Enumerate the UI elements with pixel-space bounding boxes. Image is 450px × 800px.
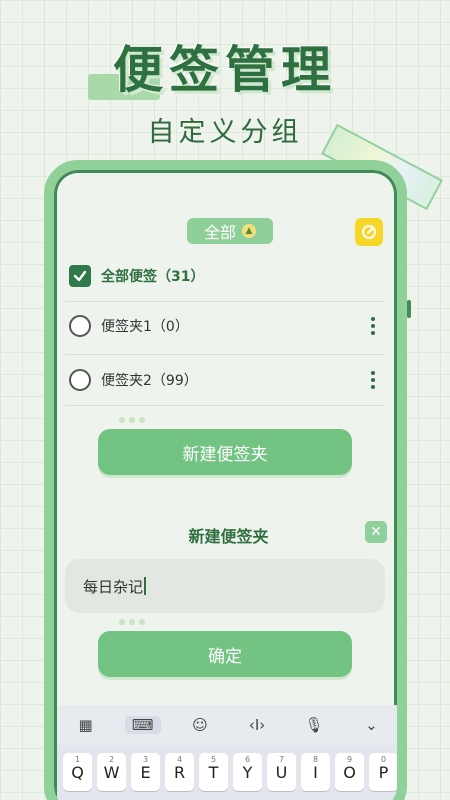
confirm-button[interactable]: 确定 — [98, 631, 352, 677]
grid-icon[interactable]: ▦ — [68, 716, 104, 734]
divider — [65, 301, 385, 302]
key[interactable]: 4R — [165, 753, 194, 791]
hero-title: 便签管理 — [113, 41, 337, 99]
key[interactable]: 9O — [335, 753, 364, 791]
folder-label: 便签夹1（0） — [101, 319, 189, 335]
chevron-up-icon: ▲ — [242, 224, 256, 238]
folder-row-1[interactable]: 便签夹1（0） — [65, 303, 385, 349]
keyboard-icon[interactable]: ⌨ — [124, 716, 161, 734]
sprig-decoration — [117, 615, 147, 629]
close-icon[interactable]: ✕ — [365, 521, 387, 543]
key[interactable]: 7U — [267, 753, 296, 791]
phone-frame: 全部 ▲ 全部便签（31） 便签夹1（0） 便签夹2（99） 新建便签夹 新建便… — [44, 160, 407, 800]
phone-side-button — [407, 300, 411, 318]
hero-subtitle: 自定义分组 — [147, 117, 303, 148]
keyboard-toolbar: ▦ ⌨ ☺ ‹I› 🎙 ⌄ — [57, 705, 397, 745]
folder-name-input[interactable]: 每日杂记 — [65, 559, 385, 613]
text-caret — [144, 577, 147, 595]
edit-button[interactable] — [355, 218, 383, 246]
folder-filter-label: 全部 — [203, 223, 236, 242]
key[interactable]: 3E — [131, 753, 160, 791]
key[interactable]: 5T — [199, 753, 228, 791]
divider — [65, 354, 385, 355]
divider — [65, 405, 385, 406]
phone-screen: 全部 ▲ 全部便签（31） 便签夹1（0） 便签夹2（99） 新建便签夹 新建便… — [57, 173, 397, 800]
key-row-1: 1Q 2W 3E 4R 5T 6Y 7U 8I 9O 0P — [63, 753, 397, 791]
input-value: 每日杂记 — [83, 577, 144, 596]
chevron-down-icon[interactable]: ⌄ — [353, 716, 389, 734]
sprig-decoration — [117, 413, 147, 427]
key[interactable]: 0P — [369, 753, 397, 791]
folder-label: 全部便签（31） — [101, 269, 205, 285]
microphone-icon[interactable]: 🎙 — [296, 716, 332, 734]
checkbox-checked-icon[interactable] — [69, 265, 91, 287]
edit-icon — [362, 225, 376, 239]
checkbox-icon[interactable] — [69, 315, 91, 337]
folder-row-all[interactable]: 全部便签（31） — [65, 253, 385, 299]
key[interactable]: 2W — [97, 753, 126, 791]
hero-title-wrap: 便签管理 — [0, 30, 450, 102]
dialog-title: 新建便签夹 — [188, 527, 269, 546]
key[interactable]: 8I — [301, 753, 330, 791]
more-vertical-icon[interactable] — [371, 371, 375, 389]
emoji-icon[interactable]: ☺ — [182, 716, 218, 734]
folder-row-2[interactable]: 便签夹2（99） — [65, 357, 385, 403]
more-vertical-icon[interactable] — [371, 317, 375, 335]
folder-label: 便签夹2（99） — [101, 373, 198, 389]
checkbox-icon[interactable] — [69, 369, 91, 391]
keyboard-keys: 1Q 2W 3E 4R 5T 6Y 7U 8I 9O 0P — [57, 745, 397, 800]
folder-filter-tab[interactable]: 全部 ▲ — [187, 218, 273, 244]
key[interactable]: 1Q — [63, 753, 92, 791]
cursor-icon[interactable]: ‹I› — [239, 716, 275, 734]
new-folder-button[interactable]: 新建便签夹 — [98, 429, 352, 475]
key[interactable]: 6Y — [233, 753, 262, 791]
